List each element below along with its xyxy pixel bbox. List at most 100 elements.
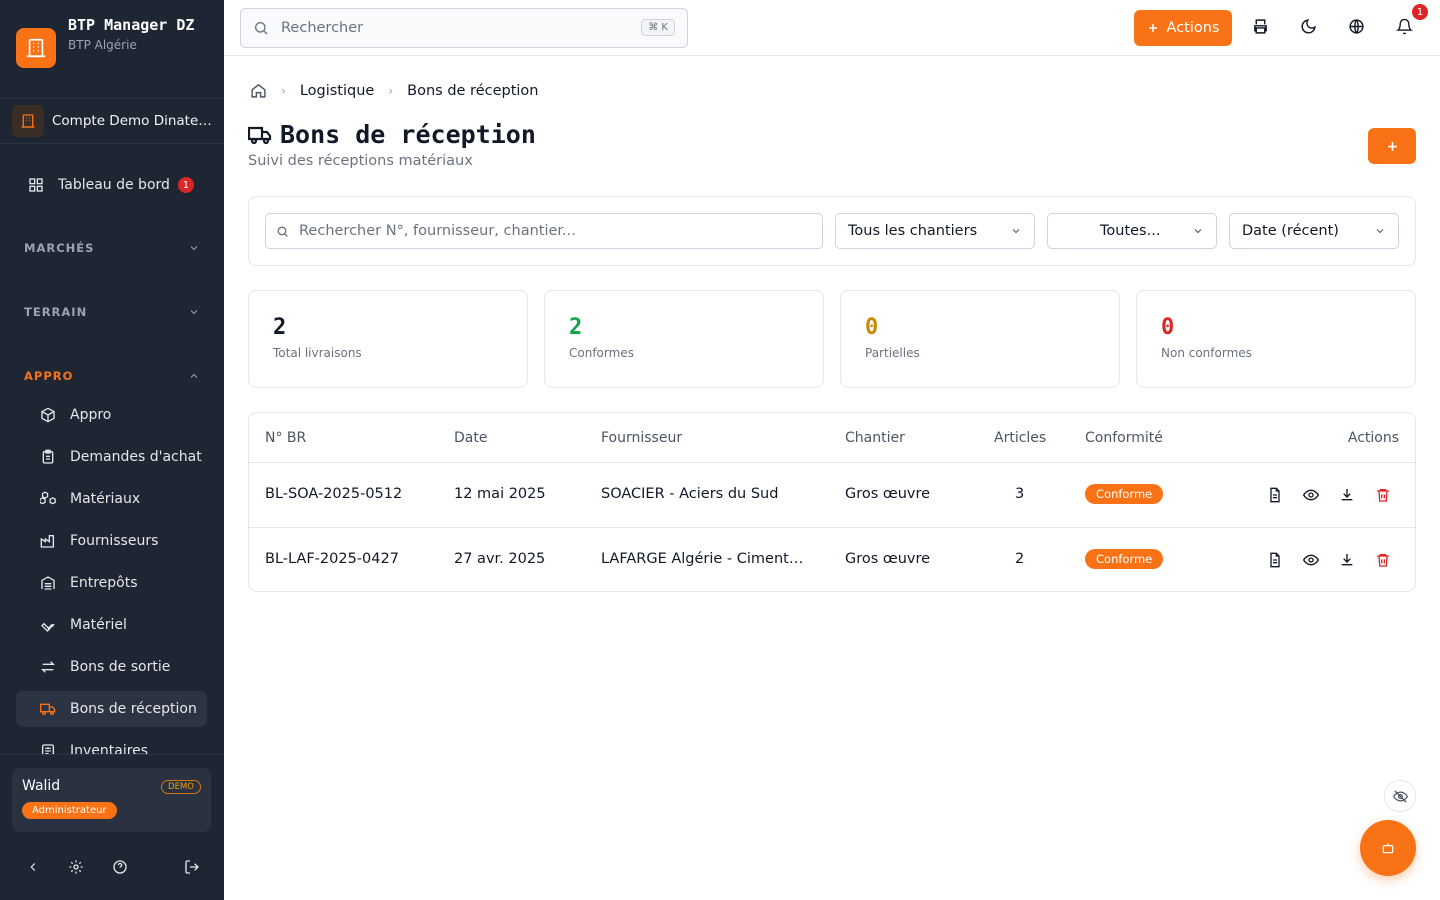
boxes-icon	[40, 491, 56, 505]
role-badge: Administrateur	[22, 802, 117, 819]
plus-icon	[1148, 24, 1157, 32]
arrows-icon	[41, 661, 55, 673]
cell-date: 27 avr. 2025	[454, 551, 546, 567]
sidebar-item-fournisseurs[interactable]: Fournisseurs	[16, 523, 207, 559]
sidebar-divider	[0, 754, 224, 755]
filter-search-placeholder: Rechercher N°, fournisseur, chantier...	[299, 223, 576, 239]
brand[interactable]: BTP Manager DZ BTP Algérie	[16, 14, 198, 68]
sidebar-item-label: Bons de sortie	[70, 659, 171, 675]
cell-fournisseur: LAFARGE Algérie - Cimenterie	[601, 551, 811, 567]
building-icon	[16, 28, 56, 68]
printer-icon[interactable]	[1252, 18, 1269, 39]
table-row[interactable]: BL-SOA-2025-0512 12 mai 2025 SOACIER - A…	[249, 462, 1415, 527]
sidebar-item-entrepots[interactable]: Entrepôts	[16, 565, 207, 601]
stat-value: 0	[865, 315, 879, 340]
status-badge: Conforme	[1085, 484, 1164, 504]
collapse-sidebar-icon[interactable]	[26, 859, 40, 878]
sidebar-footer	[0, 845, 224, 891]
filters-panel: Rechercher N°, fournisseur, chantier... …	[248, 196, 1416, 266]
breadcrumb-parent[interactable]: Logistique	[300, 83, 375, 99]
eye-icon[interactable]	[1302, 487, 1320, 507]
trash-icon[interactable]	[1375, 487, 1391, 507]
status-select-value: Toutes...	[1100, 223, 1161, 239]
sidebar-item-materiel[interactable]: Matériel	[16, 607, 207, 643]
breadcrumb-current: Bons de réception	[407, 82, 539, 99]
column-header[interactable]: Conformité	[1085, 430, 1163, 446]
cell-num: BL-LAF-2025-0427	[265, 551, 399, 567]
chevron-down-icon	[190, 246, 198, 251]
factory-icon	[40, 535, 54, 548]
document-icon[interactable]	[1267, 487, 1283, 507]
add-reception-button[interactable]	[1368, 128, 1416, 164]
column-header[interactable]: Fournisseur	[601, 430, 682, 446]
receptions-table: N° BR Date Fournisseur Chantier Articles…	[248, 412, 1416, 592]
sidebar-nav: Tableau de bord 1 MARCHÉS TERRAIN APPRO …	[0, 145, 224, 755]
user-card[interactable]: Walid DEMO Administrateur	[12, 768, 211, 832]
chevron-right-icon: ›	[388, 83, 394, 98]
package-icon	[41, 407, 55, 423]
home-icon[interactable]	[250, 82, 267, 99]
section-marches[interactable]: MARCHÉS	[24, 241, 200, 255]
bot-icon	[1382, 843, 1394, 854]
account-switcher[interactable]: Compte Demo Dinateurs	[0, 98, 224, 144]
download-icon[interactable]	[1339, 552, 1355, 572]
download-icon[interactable]	[1339, 487, 1355, 507]
eye-off-icon[interactable]	[1384, 780, 1416, 812]
sidebar-item-dashboard[interactable]: Tableau de bord 1	[16, 167, 207, 203]
dashboard-icon	[29, 178, 43, 192]
help-icon[interactable]	[112, 859, 128, 879]
chevron-down-icon	[190, 310, 198, 315]
chevron-right-icon: ›	[281, 83, 286, 98]
sidebar-item-label: Bons de réception	[70, 701, 197, 717]
stat-card-partielles: 0 Partielles	[840, 290, 1120, 388]
eye-icon[interactable]	[1302, 552, 1320, 572]
sidebar-item-label: Fournisseurs	[70, 533, 159, 549]
gear-icon[interactable]	[68, 859, 84, 879]
logout-icon[interactable]	[184, 859, 200, 879]
section-appro[interactable]: APPRO	[24, 369, 200, 383]
global-search-input[interactable]: Rechercher ⌘ K	[240, 8, 688, 48]
column-header[interactable]: N° BR	[265, 430, 306, 446]
actions-button[interactable]: Actions	[1134, 10, 1232, 46]
chevron-down-icon	[1376, 229, 1384, 234]
moon-icon[interactable]	[1300, 18, 1317, 39]
search-placeholder: Rechercher	[281, 20, 364, 36]
demo-badge: DEMO	[161, 780, 201, 794]
stat-card-total: 2 Total livraisons	[248, 290, 528, 388]
trash-icon[interactable]	[1375, 552, 1391, 572]
chevron-down-icon	[1194, 229, 1202, 234]
sidebar-item-inventaires[interactable]: Inventaires	[16, 733, 207, 755]
table-row[interactable]: BL-LAF-2025-0427 27 avr. 2025 LAFARGE Al…	[249, 527, 1415, 591]
assistant-button[interactable]	[1360, 820, 1416, 876]
stat-card-conformes: 2 Conformes	[544, 290, 824, 388]
section-label: APPRO	[24, 369, 74, 383]
column-header: Actions	[1347, 430, 1399, 446]
status-select[interactable]: Toutes...	[1047, 213, 1217, 249]
sidebar-item-materiaux[interactable]: Matériaux	[16, 481, 207, 517]
column-header[interactable]: Articles	[994, 430, 1046, 446]
sidebar-item-appro[interactable]: Appro	[16, 397, 207, 433]
sidebar-item-label: Matériaux	[70, 491, 141, 507]
document-icon[interactable]	[1267, 552, 1283, 572]
notification-badge: 1	[1412, 4, 1428, 20]
filter-search-input[interactable]: Rechercher N°, fournisseur, chantier...	[265, 213, 823, 249]
cell-fournisseur: SOACIER - Aciers du Sud	[601, 486, 779, 502]
section-label: MARCHÉS	[24, 241, 95, 255]
stat-label: Conformes	[569, 346, 634, 360]
section-terrain[interactable]: TERRAIN	[24, 305, 200, 319]
sidebar-item-demandes[interactable]: Demandes d'achat	[16, 439, 207, 475]
sidebar-item-label: Demandes d'achat	[70, 449, 202, 465]
chevron-down-icon	[1012, 229, 1020, 234]
sidebar-item-label: Appro	[70, 407, 112, 423]
brand-title: BTP Manager DZ	[68, 16, 195, 34]
breadcrumb: › Logistique › Bons de réception	[250, 82, 538, 99]
sidebar-item-bons-reception[interactable]: Bons de réception	[16, 691, 207, 727]
column-header[interactable]: Chantier	[845, 430, 905, 446]
globe-icon[interactable]	[1348, 18, 1365, 39]
column-header[interactable]: Date	[454, 430, 487, 446]
cell-articles: 3	[1015, 486, 1025, 502]
bell-icon[interactable]	[1395, 18, 1414, 39]
chantier-select[interactable]: Tous les chantiers	[835, 213, 1035, 249]
sort-select[interactable]: Date (récent)	[1229, 213, 1399, 249]
sidebar-item-bons-sortie[interactable]: Bons de sortie	[16, 649, 207, 685]
